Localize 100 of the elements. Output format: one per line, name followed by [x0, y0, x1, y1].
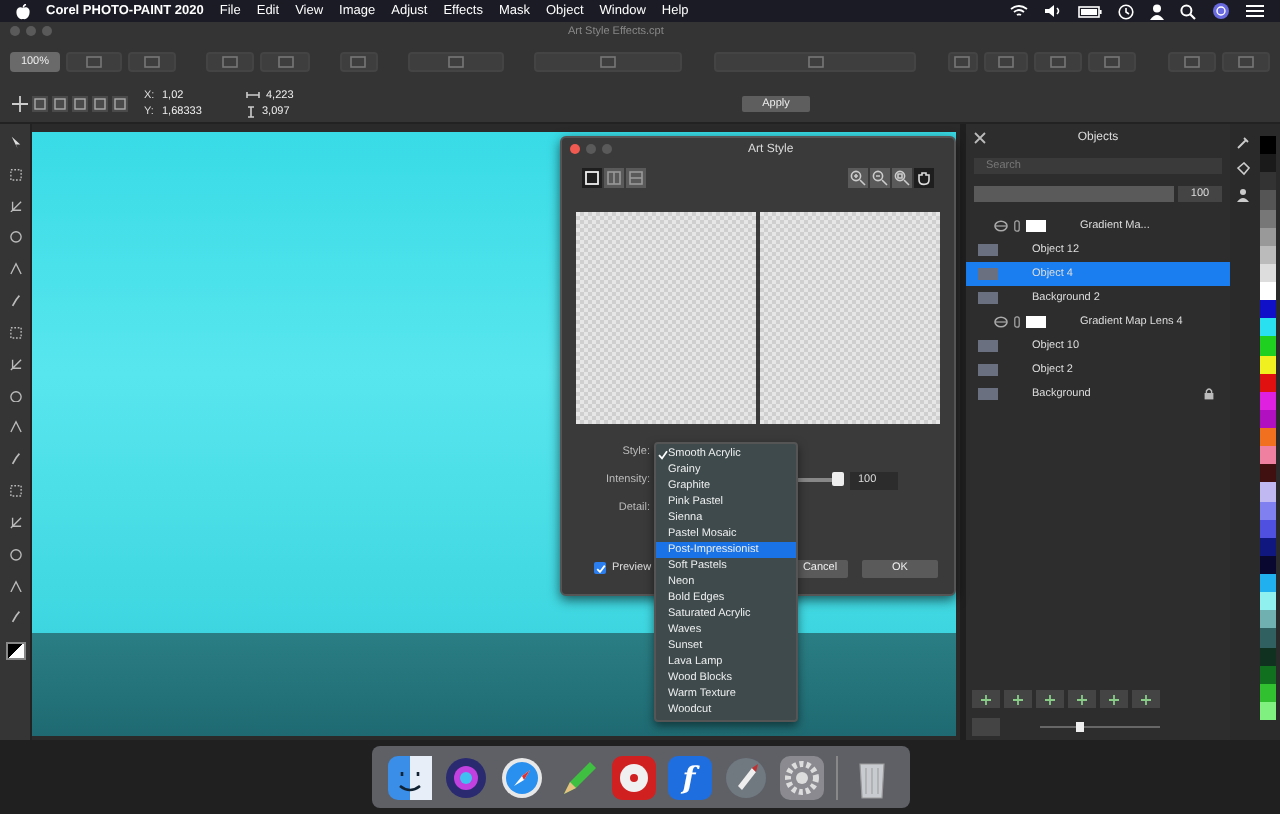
panel-button[interactable]: [972, 690, 1000, 708]
circle-icon[interactable]: [7, 547, 23, 562]
toolbar-button[interactable]: [534, 52, 683, 72]
color-swatch[interactable]: [1260, 428, 1276, 447]
color-swatch[interactable]: [1260, 336, 1276, 355]
marquee-icon[interactable]: [7, 325, 23, 340]
apple-icon: [16, 3, 30, 19]
close-button[interactable]: [570, 144, 580, 154]
toolbar-button[interactable]: [260, 52, 310, 72]
color-swatch[interactable]: [1260, 172, 1276, 191]
mask-thumbnail: [1026, 316, 1046, 328]
color-swatch[interactable]: [1260, 282, 1276, 301]
preview-checkbox[interactable]: [594, 562, 606, 574]
zoom-button[interactable]: [848, 168, 868, 188]
hand-icon: [916, 170, 932, 186]
panel-button[interactable]: [1004, 690, 1032, 708]
color-swatch[interactable]: [1260, 592, 1276, 611]
color-swatch[interactable]: [1260, 446, 1276, 465]
toolbar-button[interactable]: [947, 52, 978, 72]
split-view-icon: [606, 170, 622, 186]
lens-icon: [994, 220, 1008, 232]
letter-app-icon[interactable]: f: [667, 755, 711, 799]
compass-icon[interactable]: [499, 755, 543, 799]
toolbar-button[interactable]: [206, 52, 255, 72]
user-icon[interactable]: [1150, 3, 1164, 19]
mask-thumbnail: [1026, 220, 1046, 232]
toolbar-icon: [143, 56, 160, 68]
checkmark-icon: [657, 449, 667, 459]
blend-mode-dropdown[interactable]: [974, 185, 1174, 201]
toolbar-button[interactable]: [1221, 52, 1271, 72]
color-swatch[interactable]: [1260, 628, 1276, 647]
toolbar-button[interactable]: [127, 52, 177, 72]
pan-button[interactable]: [914, 168, 934, 188]
color-swatch[interactable]: [1260, 464, 1276, 483]
color-swatch[interactable]: [1260, 318, 1276, 337]
battery-icon[interactable]: [1078, 5, 1102, 17]
move-icon[interactable]: [12, 95, 28, 111]
brush-icon[interactable]: [7, 610, 23, 625]
zoom-fit-icon: [894, 170, 910, 186]
toolbar-button[interactable]: [713, 52, 917, 72]
zoom-button[interactable]: [892, 168, 912, 188]
color-swatch[interactable]: [1260, 482, 1276, 501]
link-icon: [1014, 316, 1020, 328]
plus-icon: [1012, 693, 1024, 705]
list-icon[interactable]: [1246, 4, 1264, 18]
panel-button[interactable]: [1036, 690, 1064, 708]
brush-icon[interactable]: [7, 452, 23, 467]
link-icon: [1014, 220, 1020, 232]
color-swatch[interactable]: [1260, 136, 1276, 155]
toolbar-button[interactable]: [1034, 52, 1083, 72]
circle-icon[interactable]: [7, 389, 23, 403]
height-icon: [246, 105, 256, 117]
color-swatch[interactable]: [1260, 154, 1276, 173]
crop-icon[interactable]: [7, 357, 23, 372]
lock-icon: [1204, 388, 1214, 400]
zoom-button[interactable]: [870, 168, 890, 188]
zoom-in-icon: [850, 170, 866, 186]
eyedropper-icon[interactable]: [1236, 136, 1250, 150]
clock-icon[interactable]: [1118, 3, 1134, 19]
fill-icon[interactable]: [1236, 162, 1250, 176]
toolbar-button[interactable]: [339, 52, 378, 72]
orb-icon[interactable]: [443, 755, 487, 799]
close-icon[interactable]: [974, 132, 986, 144]
crop-icon[interactable]: [7, 515, 23, 530]
color-swatch[interactable]: [1260, 610, 1276, 629]
toolbar-button[interactable]: [65, 52, 122, 72]
color-swatches[interactable]: [5, 642, 25, 661]
circle-icon[interactable]: [7, 230, 23, 245]
pointer-icon[interactable]: [9, 136, 21, 150]
dual-view-icon: [628, 170, 644, 186]
toolbar-button[interactable]: [407, 52, 505, 72]
search-icon[interactable]: [1180, 3, 1196, 19]
toolbar-icon: [1104, 56, 1121, 68]
marquee-icon[interactable]: [7, 167, 23, 182]
color-swatch[interactable]: [1260, 300, 1276, 319]
panel-button[interactable]: [1132, 690, 1160, 708]
toolbar-icon: [600, 56, 617, 68]
panel-button[interactable]: [1100, 690, 1128, 708]
plus-icon: [980, 693, 992, 705]
zoom-out-icon: [872, 170, 888, 186]
toolbar-button[interactable]: [1167, 52, 1216, 72]
toolbar-button[interactable]: [983, 52, 1029, 72]
toolbar-button[interactable]: [1088, 52, 1137, 72]
globe-icon[interactable]: [1212, 2, 1230, 20]
toolbar-icon: [1237, 56, 1254, 68]
gear-icon[interactable]: [779, 755, 823, 799]
marquee-icon[interactable]: [7, 484, 23, 498]
brush-icon[interactable]: [7, 294, 23, 308]
color-swatch[interactable]: [1260, 190, 1276, 209]
color-swatch[interactable]: [1260, 574, 1276, 593]
speaker-icon[interactable]: [1044, 4, 1062, 18]
plus-icon: [1108, 693, 1120, 705]
person-icon[interactable]: [1236, 188, 1250, 202]
toolbar-icon: [1050, 56, 1067, 68]
toolbar-icon: [954, 56, 971, 68]
crop-icon[interactable]: [7, 199, 23, 213]
smiling-face-icon[interactable]: [387, 755, 431, 799]
wifi-icon[interactable]: [1010, 4, 1028, 18]
panel-button[interactable]: [1068, 690, 1096, 708]
toolbar-icon: [997, 56, 1014, 68]
